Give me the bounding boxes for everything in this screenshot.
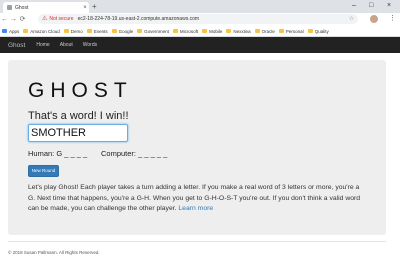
bookmark-star-icon[interactable]: ☆ (349, 15, 354, 23)
apps-icon (2, 29, 7, 33)
tab-ghost[interactable]: Ghost × (3, 2, 89, 13)
bookmark-folder[interactable]: Google (111, 29, 133, 34)
bookmark-folder[interactable]: Microsoft (172, 29, 198, 34)
nav-link-home[interactable]: Home (36, 42, 49, 48)
folder-icon (202, 29, 208, 33)
tab-title: Ghost (15, 4, 29, 11)
game-message: That's a word! I win!! (28, 110, 129, 122)
folder-icon (137, 29, 143, 33)
page-favicon-icon (7, 5, 12, 10)
bookmark-apps[interactable]: Apps (2, 29, 19, 34)
site-navbar: Ghost Home About Words (0, 37, 400, 53)
computer-score: Computer: _ _ _ _ _ (101, 149, 168, 158)
site-brand[interactable]: Ghost (8, 42, 25, 49)
browser-window: Ghost × + – □ × ← → ⟳ ⚠ Not secure ec2-1… (0, 0, 400, 260)
new-round-button[interactable]: New Round (28, 165, 59, 177)
bookmark-folder[interactable]: Demo (63, 29, 83, 34)
close-window-icon[interactable]: × (387, 1, 391, 11)
folder-icon (254, 29, 260, 33)
folder-icon (278, 29, 284, 33)
bookmark-folder[interactable]: Personal (278, 29, 304, 34)
bookmark-folder[interactable]: Events (86, 29, 108, 34)
address-bar[interactable]: ⚠ Not secure ec2-18-224-78-19.us-east-2.… (38, 14, 358, 24)
bookmark-folder[interactable]: Nexxtiva (226, 29, 251, 34)
bookmarks-bar: Apps Amazon Cloud Demo Events Google Gov… (0, 26, 400, 37)
url-text[interactable]: ec2-18-224-78-19.us-east-2.compute.amazo… (78, 16, 199, 22)
bookmark-folder[interactable]: Government (137, 29, 169, 34)
footer-copyright: © 2018 Susan Pallmann. All Rights Reserv… (8, 250, 100, 255)
back-icon[interactable]: ← (0, 15, 9, 25)
bookmark-folder[interactable]: Quality (307, 29, 329, 34)
tab-strip: Ghost × + – □ × (0, 0, 400, 13)
bookmark-folder[interactable]: Mobile (202, 29, 222, 34)
game-title: GHOST (28, 79, 133, 102)
nav-link-words[interactable]: Words (83, 42, 97, 48)
footer-divider (8, 241, 386, 242)
folder-icon (63, 29, 69, 33)
folder-icon (226, 29, 232, 33)
browser-toolbar: ← → ⟳ ⚠ Not secure ec2-18-224-78-19.us-e… (0, 13, 400, 26)
human-score: Human: G _ _ _ _ (28, 149, 88, 158)
folder-icon (23, 29, 29, 33)
learn-more-link[interactable]: Learn more (178, 205, 213, 212)
folder-icon (172, 29, 178, 33)
security-label[interactable]: Not secure (49, 16, 73, 22)
folder-icon (307, 29, 313, 33)
bookmark-folder[interactable]: Oracle (254, 29, 275, 34)
bookmark-folder[interactable]: Amazon Cloud (23, 29, 60, 34)
warning-icon: ⚠ (42, 15, 48, 22)
word-input[interactable] (28, 124, 128, 142)
folder-icon (111, 29, 117, 33)
tab-close-icon[interactable]: × (81, 5, 89, 11)
nav-link-about[interactable]: About (60, 42, 73, 48)
browser-menu-icon[interactable]: ⋮ (389, 14, 396, 24)
new-tab-button[interactable]: + (92, 2, 97, 11)
forward-icon[interactable]: → (9, 15, 18, 25)
folder-icon (86, 29, 92, 33)
profile-avatar[interactable] (370, 15, 378, 23)
maximize-icon[interactable]: □ (369, 1, 373, 11)
minimize-icon[interactable]: – (352, 1, 356, 11)
game-rules: Let's play Ghost! Each player takes a tu… (28, 183, 368, 215)
game-panel: GHOST That's a word! I win!! Human: G _ … (8, 60, 386, 235)
page-content: GHOST That's a word! I win!! Human: G _ … (0, 53, 400, 260)
reload-icon[interactable]: ⟳ (18, 15, 27, 25)
